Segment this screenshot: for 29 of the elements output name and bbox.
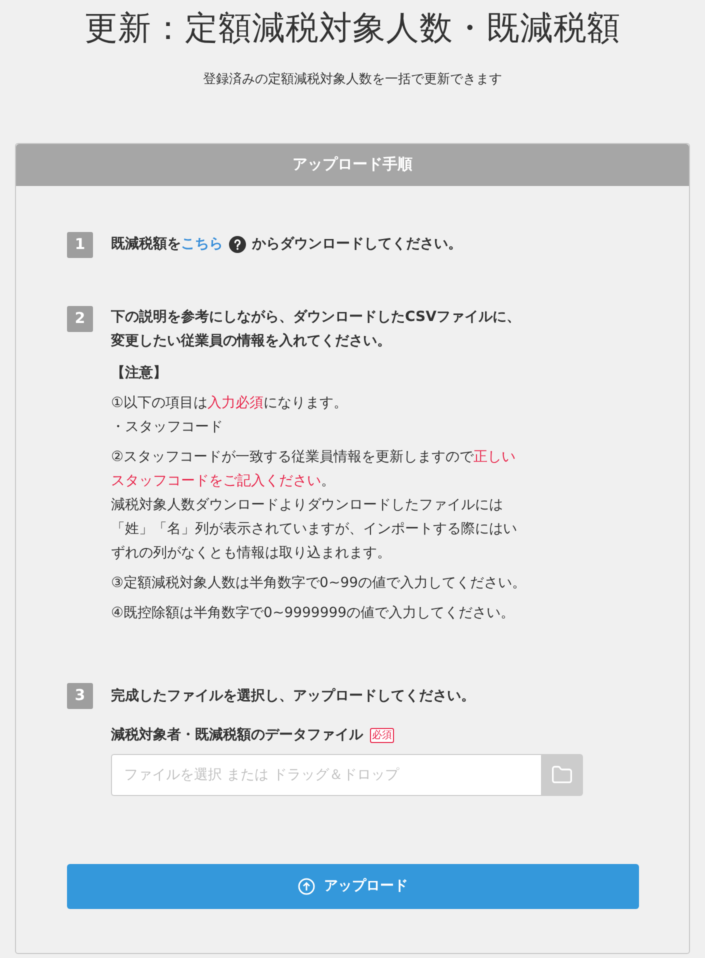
note-text: ③定額減税対象人数は半角数字で0~99の値で入力してください。 [111, 574, 526, 592]
note-text: ④既控除額は半角数字で0~9999999の値で入力してください。 [111, 604, 516, 622]
page-subtitle: 登録済みの定額減税対象人数を一括で更新できます [203, 71, 502, 89]
page-title: 更新：定額減税対象人数・既減税額 [84, 7, 620, 49]
note-text: スタッフコードをご記入ください。 [111, 472, 336, 490]
note-text: 「姓」「名」列が表示されていますが、インポートする際にはい [111, 520, 518, 538]
step-text: 変更したい従業員の情報を入れてください。 [111, 332, 392, 350]
step-text: 下の説明を参考にしながら、ダウンロードしたCSVファイルに、 [111, 308, 522, 326]
note-text: ①以下の項目は入力必須になります。 [111, 394, 349, 412]
step-text: 既減税額を [111, 235, 181, 254]
note-text: ずれの列がなくとも情報は取り込まれます。 [111, 544, 392, 562]
notes-heading: 【注意】 [111, 364, 168, 382]
upload-icon [298, 878, 315, 894]
field-label: 減税対象者・既減税額のデータファイル [111, 726, 363, 744]
step-number: 1 [67, 232, 93, 258]
step-number: 2 [67, 306, 93, 332]
step-number: 3 [67, 682, 93, 708]
note-text: 減税対象人数ダウンロードよりダウンロードしたファイルには [111, 496, 504, 514]
note-text: ②スタッフコードが一致する従業員情報を更新しますので正しい [111, 448, 517, 466]
required-tag: 必須 [370, 728, 394, 742]
help-icon[interactable] [229, 236, 246, 253]
step-text: 完成したファイルを選択し、アップロードしてください。 [111, 686, 476, 706]
note-text: ・スタッフコード [111, 418, 224, 436]
file-input-field[interactable]: ファイルを選択 または ドラッグ＆ドロップ [111, 754, 541, 796]
upload-button[interactable]: アップロード [67, 864, 639, 908]
card-header: アップロード手順 [16, 144, 689, 186]
step-text: からダウンロードしてください。 [252, 235, 462, 254]
download-link[interactable]: こちら [181, 234, 223, 255]
folder-icon [551, 764, 573, 786]
